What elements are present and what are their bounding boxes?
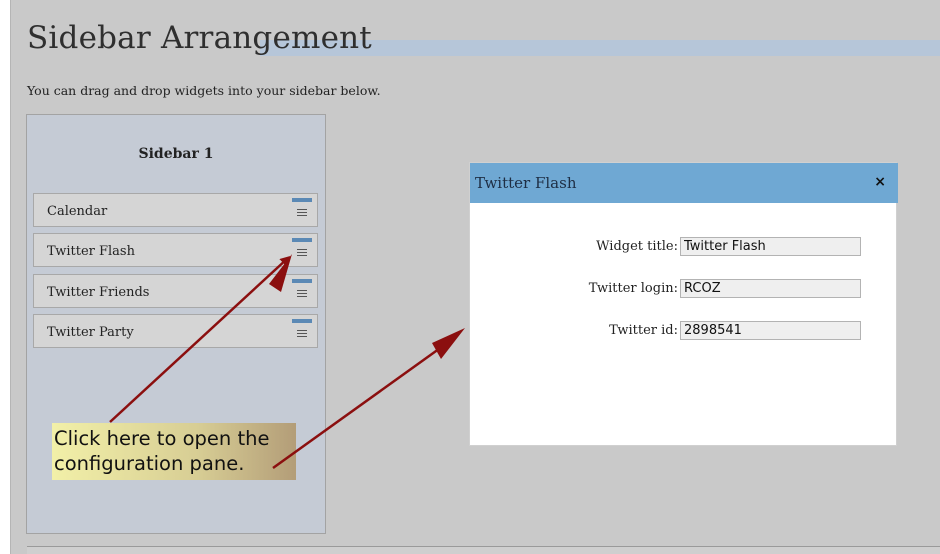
- widget-handle-icon[interactable]: [292, 319, 312, 344]
- widget-label: Calendar: [47, 204, 108, 219]
- page-title: Sidebar Arrangement: [27, 20, 372, 56]
- widget-label: Twitter Friends: [47, 285, 150, 300]
- widget-handle-icon[interactable]: [292, 238, 312, 263]
- sidebar-title: Sidebar 1: [138, 146, 214, 162]
- close-icon[interactable]: ×: [874, 174, 886, 190]
- twitter-id-input[interactable]: [680, 321, 861, 340]
- page: Sidebar Arrangement You can drag and dro…: [0, 0, 940, 554]
- twitter-login-input[interactable]: [680, 279, 861, 298]
- widget-handle-icon[interactable]: [292, 198, 312, 223]
- twitter-id-label: Twitter id:: [609, 323, 678, 338]
- bottom-divider: [27, 546, 940, 554]
- callout-text: Click here to open the configuration pan…: [54, 427, 270, 475]
- config-dialog: Twitter Flash × Widget title: Twitter lo…: [469, 162, 898, 446]
- widget-title-input[interactable]: [680, 237, 861, 256]
- callout-note: Click here to open the configuration pan…: [52, 423, 296, 480]
- widget-handle-icon[interactable]: [292, 279, 312, 304]
- widget-title-label: Widget title:: [596, 239, 678, 254]
- widget-twitter-party[interactable]: Twitter Party: [33, 314, 318, 348]
- dialog-header[interactable]: Twitter Flash ×: [470, 163, 898, 203]
- widget-label: Twitter Party: [47, 325, 134, 340]
- widget-twitter-friends[interactable]: Twitter Friends: [33, 274, 318, 308]
- widget-calendar[interactable]: Calendar: [33, 193, 318, 227]
- widget-label: Twitter Flash: [47, 244, 135, 259]
- dialog-title: Twitter Flash: [475, 174, 577, 192]
- twitter-login-label: Twitter login:: [588, 281, 678, 296]
- widget-twitter-flash[interactable]: Twitter Flash: [33, 233, 318, 267]
- instructions-text: You can drag and drop widgets into your …: [27, 83, 381, 98]
